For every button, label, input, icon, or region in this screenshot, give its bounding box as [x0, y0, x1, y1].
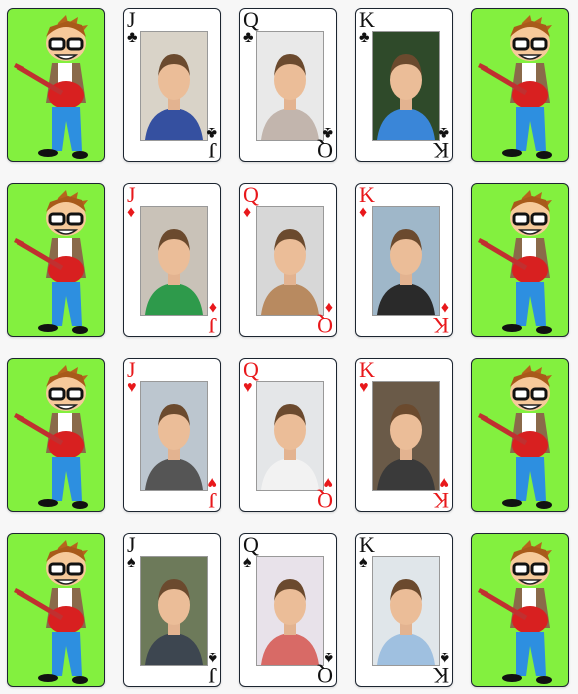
card-j-hearts[interactable]: J ♥ J ♥ [123, 358, 221, 512]
guitar-boy-icon [8, 359, 104, 511]
card-rank: K [359, 358, 375, 382]
card-rank: Q [243, 533, 259, 557]
spades-suit-icon: ♠ [127, 554, 136, 571]
hearts-suit-icon: ♥ [359, 379, 369, 396]
hearts-suit-icon: ♥ [243, 379, 253, 396]
card-rank: K [359, 183, 375, 207]
card-k-spades[interactable]: K ♠ K ♠ [355, 533, 453, 687]
hearts-suit-icon: ♥ [323, 474, 334, 491]
guitar-boy-icon [8, 184, 104, 336]
card-rank: Q [317, 488, 333, 512]
card-back[interactable] [471, 8, 569, 162]
card-rank: J [127, 358, 136, 382]
clubs-suit-icon: ♣ [322, 124, 334, 141]
hearts-suit-icon: ♥ [207, 474, 218, 491]
guitar-boy-icon [8, 9, 104, 161]
diamonds-suit-icon: ♦ [243, 204, 252, 221]
card-j-spades[interactable]: J ♠ J ♠ [123, 533, 221, 687]
card-rank: K [433, 313, 449, 337]
clubs-suit-icon: ♣ [243, 29, 254, 46]
hearts-suit-icon: ♥ [439, 474, 450, 491]
card-rank: J [208, 313, 217, 337]
spades-suit-icon: ♠ [324, 649, 334, 666]
card-corner-bottom: J ♠ [198, 642, 220, 686]
card-back[interactable] [7, 183, 105, 337]
card-rank: J [127, 533, 136, 557]
card-q-spades[interactable]: Q ♠ Q ♠ [239, 533, 337, 687]
clubs-suit-icon: ♣ [206, 124, 218, 141]
diamonds-suit-icon: ♦ [324, 299, 333, 316]
card-rank: J [127, 183, 136, 207]
card-rank: J [208, 663, 217, 687]
card-rank: J [208, 488, 217, 512]
spades-suit-icon: ♠ [243, 554, 252, 571]
card-rank: Q [243, 8, 259, 32]
spades-suit-icon: ♠ [208, 649, 218, 666]
card-back[interactable] [471, 533, 569, 687]
card-corner-bottom: Q ♠ [314, 642, 336, 686]
diamonds-suit-icon: ♦ [208, 299, 217, 316]
card-corner-bottom: Q ♣ [314, 117, 336, 161]
guitar-boy-icon [472, 184, 568, 336]
diamonds-suit-icon: ♦ [127, 204, 136, 221]
card-q-clubs[interactable]: Q ♣ Q ♣ [239, 8, 337, 162]
card-corner-bottom: K ♣ [430, 117, 452, 161]
guitar-boy-icon [472, 534, 568, 686]
card-k-clubs[interactable]: K ♣ K ♣ [355, 8, 453, 162]
card-rank: J [127, 8, 136, 32]
card-corner-bottom: K ♦ [430, 292, 452, 336]
card-k-hearts[interactable]: K ♥ K ♥ [355, 358, 453, 512]
card-rank: Q [317, 663, 333, 687]
card-rank: K [433, 138, 449, 162]
card-rank: J [208, 138, 217, 162]
clubs-suit-icon: ♣ [127, 29, 138, 46]
card-corner-bottom: Q ♥ [314, 467, 336, 511]
diamonds-suit-icon: ♦ [440, 299, 449, 316]
guitar-boy-icon [472, 9, 568, 161]
guitar-boy-icon [8, 534, 104, 686]
card-back[interactable] [7, 533, 105, 687]
card-corner-bottom: K ♥ [430, 467, 452, 511]
card-corner-bottom: K ♠ [430, 642, 452, 686]
card-corner-bottom: J ♣ [198, 117, 220, 161]
hearts-suit-icon: ♥ [127, 379, 137, 396]
card-rank: Q [243, 183, 259, 207]
card-corner-bottom: J ♥ [198, 467, 220, 511]
card-back[interactable] [7, 358, 105, 512]
card-back[interactable] [471, 358, 569, 512]
card-rank: K [359, 8, 375, 32]
clubs-suit-icon: ♣ [359, 29, 370, 46]
card-rank: Q [317, 313, 333, 337]
diamonds-suit-icon: ♦ [359, 204, 368, 221]
card-j-diamonds[interactable]: J ♦ J ♦ [123, 183, 221, 337]
card-q-hearts[interactable]: Q ♥ Q ♥ [239, 358, 337, 512]
card-rank: K [433, 663, 449, 687]
card-rank: Q [317, 138, 333, 162]
card-corner-bottom: Q ♦ [314, 292, 336, 336]
card-rank: Q [243, 358, 259, 382]
spades-suit-icon: ♠ [359, 554, 368, 571]
card-q-diamonds[interactable]: Q ♦ Q ♦ [239, 183, 337, 337]
card-j-clubs[interactable]: J ♣ J ♣ [123, 8, 221, 162]
card-back[interactable] [7, 8, 105, 162]
card-back[interactable] [471, 183, 569, 337]
clubs-suit-icon: ♣ [438, 124, 450, 141]
guitar-boy-icon [472, 359, 568, 511]
card-k-diamonds[interactable]: K ♦ K ♦ [355, 183, 453, 337]
card-corner-bottom: J ♦ [198, 292, 220, 336]
spades-suit-icon: ♠ [440, 649, 450, 666]
card-rank: K [433, 488, 449, 512]
card-rank: K [359, 533, 375, 557]
